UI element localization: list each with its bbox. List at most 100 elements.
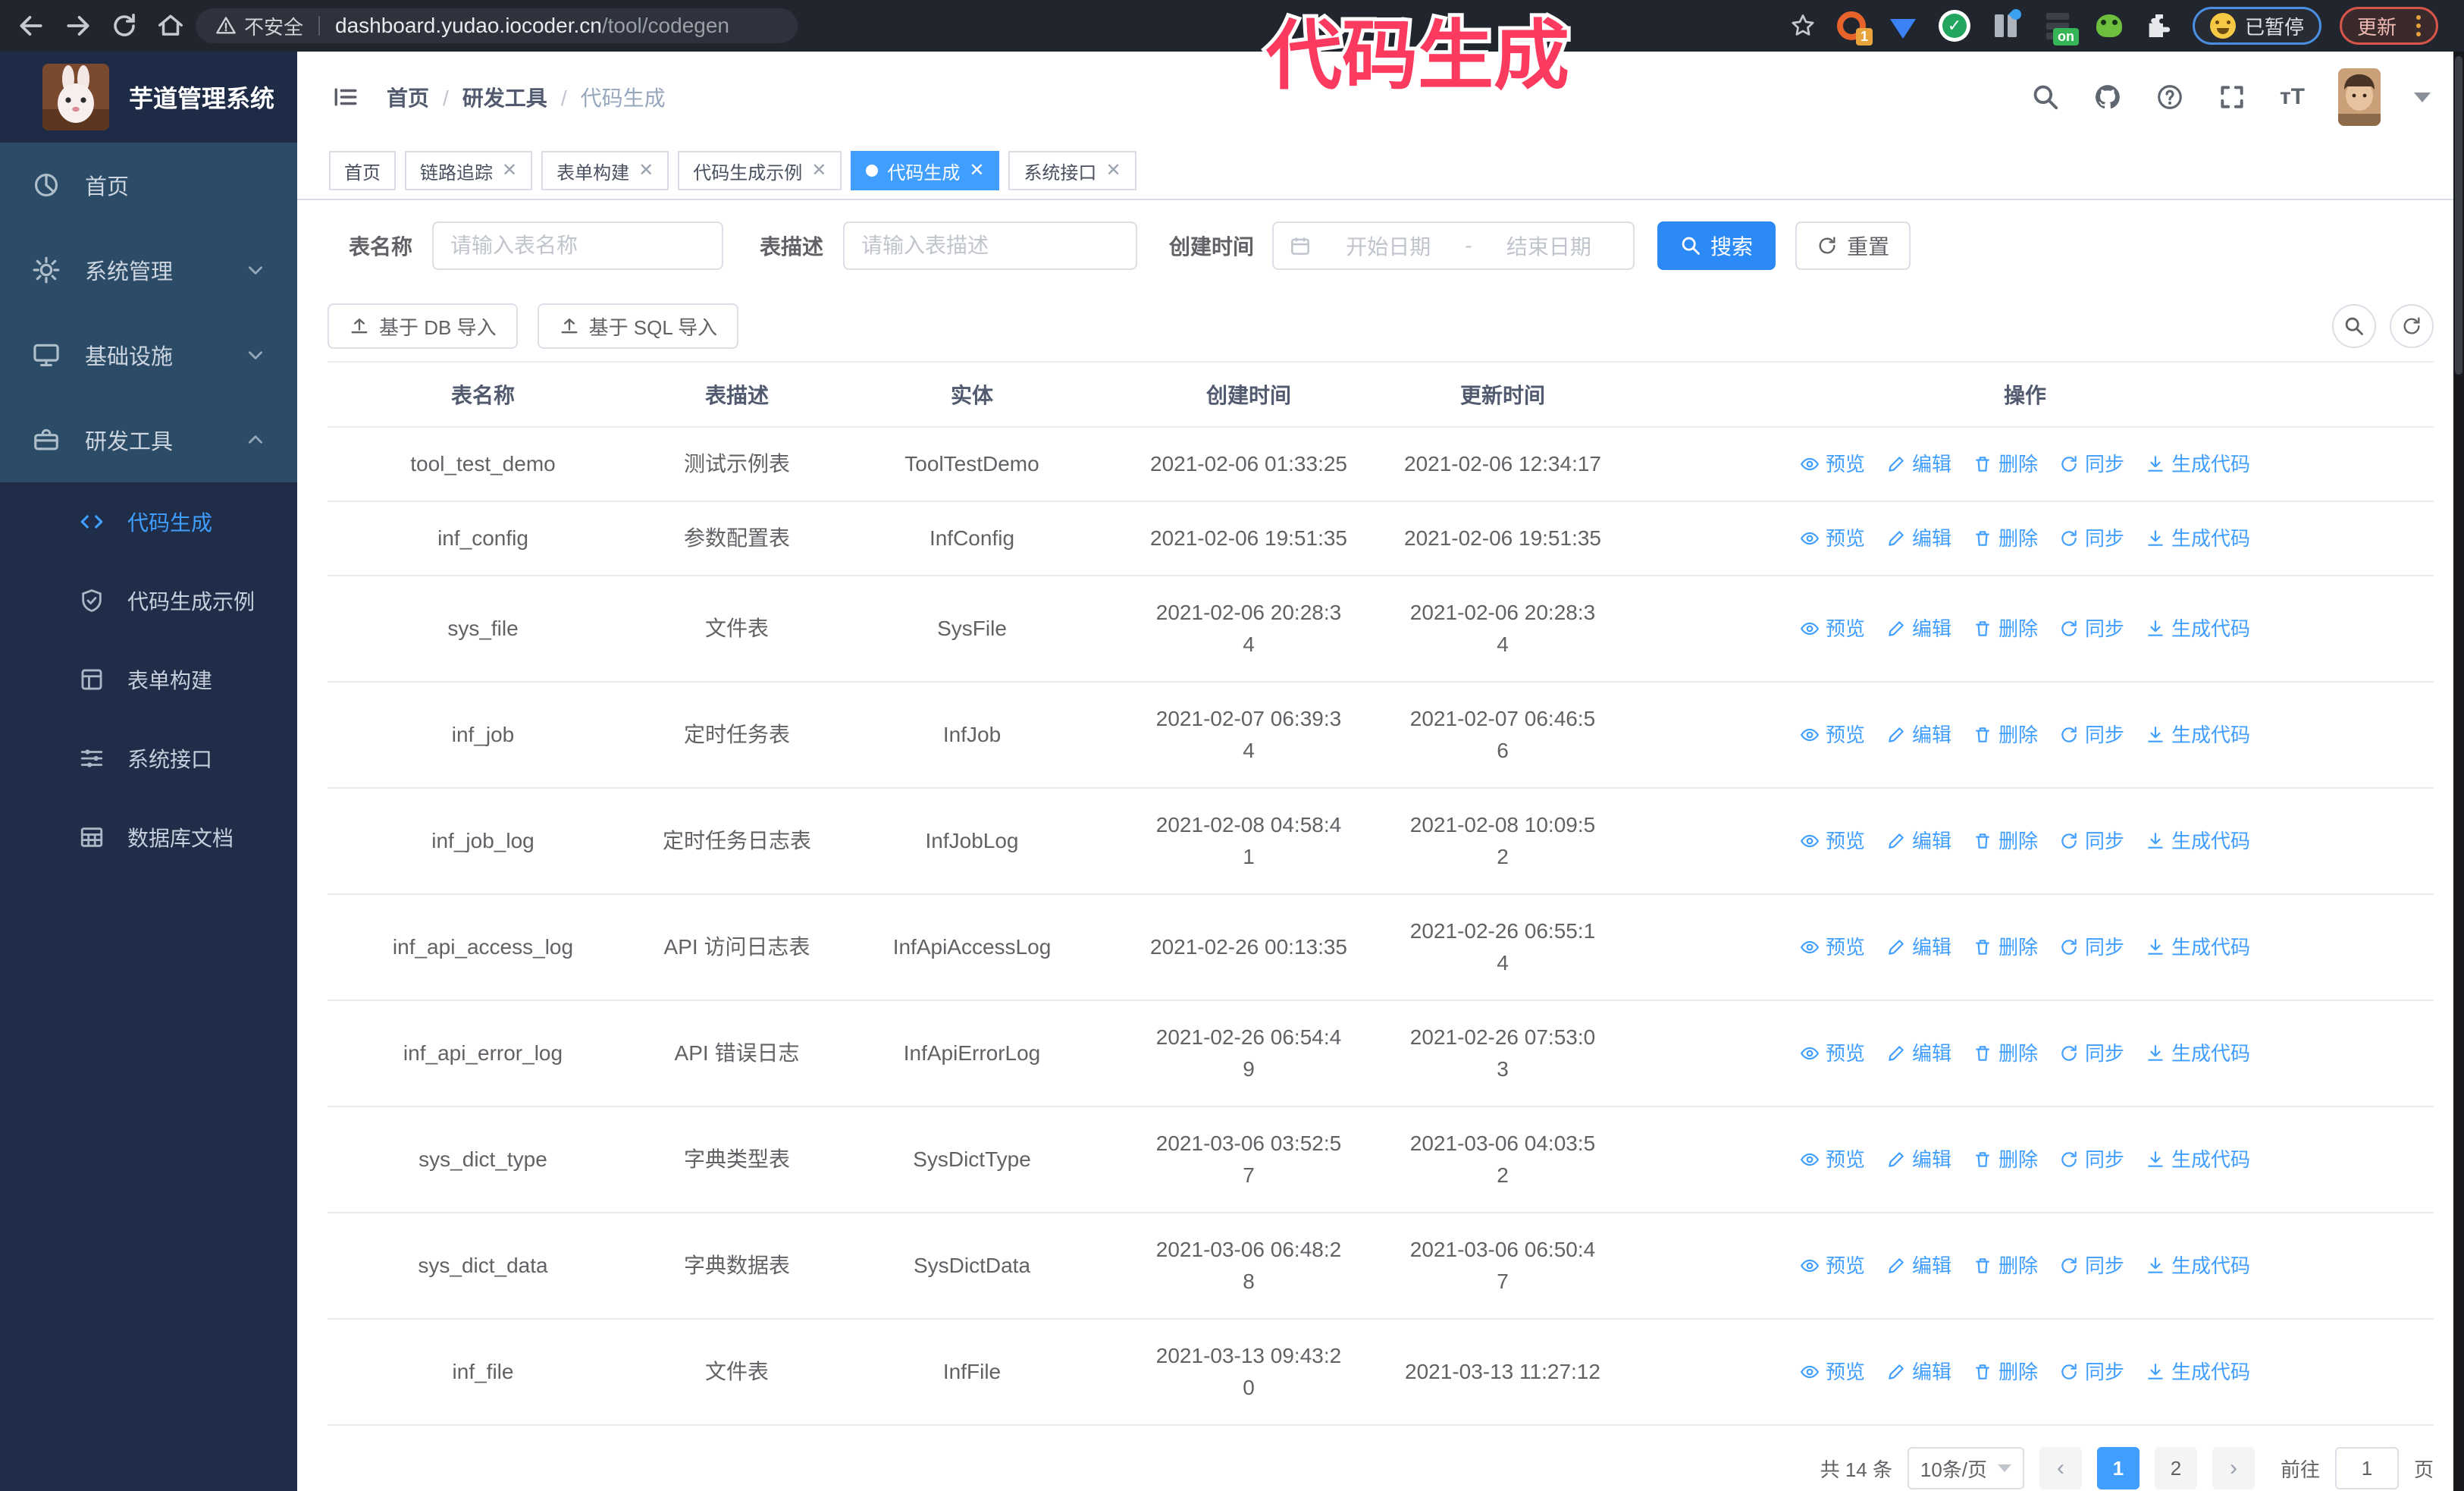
delete-link[interactable]: 删除	[1973, 1144, 2038, 1176]
sidebar-item-codegen[interactable]: 代码生成	[0, 482, 297, 561]
generate-code-link[interactable]: 生成代码	[2146, 1250, 2250, 1282]
generate-code-link[interactable]: 生成代码	[2146, 613, 2250, 645]
tab-trace[interactable]: 链路追踪 ✕	[405, 151, 533, 190]
help-icon[interactable]	[2155, 83, 2184, 111]
delete-link[interactable]: 删除	[1973, 931, 2038, 963]
extension-gem-icon[interactable]	[1886, 9, 1920, 42]
generate-code-link[interactable]: 生成代码	[2146, 1356, 2250, 1388]
breadcrumb-dev-tools[interactable]: 研发工具	[429, 82, 547, 112]
sidebar-item-dev-tools[interactable]: 研发工具	[0, 397, 297, 482]
window-scrollbar[interactable]	[2453, 52, 2464, 1491]
edit-link[interactable]: 编辑	[1886, 719, 1951, 751]
table-desc-input[interactable]	[843, 221, 1138, 270]
sync-link[interactable]: 同步	[2059, 613, 2124, 645]
hamburger-icon[interactable]	[331, 84, 361, 110]
browser-reload-icon[interactable]	[111, 12, 138, 39]
preview-link[interactable]: 预览	[1800, 931, 1865, 963]
delete-link[interactable]: 删除	[1973, 613, 2038, 645]
sync-link[interactable]: 同步	[2059, 1356, 2124, 1388]
delete-link[interactable]: 删除	[1973, 1250, 2038, 1282]
generate-code-link[interactable]: 生成代码	[2146, 1037, 2250, 1069]
sync-link[interactable]: 同步	[2059, 1037, 2124, 1069]
extensions-puzzle-icon[interactable]	[2144, 11, 2174, 41]
bookmark-star-icon[interactable]	[1789, 12, 1817, 39]
tab-form-builder[interactable]: 表单构建 ✕	[541, 151, 669, 190]
page-button-2[interactable]: 2	[2154, 1447, 2197, 1489]
close-icon[interactable]: ✕	[811, 162, 826, 180]
delete-link[interactable]: 删除	[1973, 1037, 2038, 1069]
browser-back-icon[interactable]	[17, 11, 45, 40]
edit-link[interactable]: 编辑	[1886, 1144, 1951, 1176]
github-icon[interactable]	[2093, 83, 2122, 111]
page-button-1[interactable]: 1	[2096, 1447, 2140, 1489]
sidebar-item-infra[interactable]: 基础设施	[0, 312, 297, 397]
tab-codegen-demo[interactable]: 代码生成示例 ✕	[678, 151, 842, 190]
extension-frog-icon[interactable]	[2093, 9, 2126, 42]
update-button[interactable]: 更新	[2339, 7, 2438, 45]
font-size-icon[interactable]: тT	[2280, 84, 2305, 110]
browser-menu-icon[interactable]	[2416, 15, 2421, 36]
generate-code-link[interactable]: 生成代码	[2146, 523, 2250, 554]
edit-link[interactable]: 编辑	[1886, 1037, 1951, 1069]
edit-link[interactable]: 编辑	[1886, 931, 1951, 963]
preview-link[interactable]: 预览	[1800, 448, 1865, 480]
generate-code-link[interactable]: 生成代码	[2146, 448, 2250, 480]
browser-forward-icon[interactable]	[64, 11, 92, 40]
edit-link[interactable]: 编辑	[1886, 1250, 1951, 1282]
table-name-input[interactable]	[432, 221, 724, 270]
sidebar-item-system-api[interactable]: 系统接口	[0, 719, 297, 798]
close-icon[interactable]: ✕	[1105, 162, 1121, 180]
tab-home[interactable]: 首页	[329, 151, 396, 190]
scrollbar-thumb[interactable]	[2455, 56, 2462, 375]
prev-page-button[interactable]: ‹	[2039, 1447, 2082, 1489]
next-page-button[interactable]: ›	[2212, 1447, 2255, 1489]
security-warning[interactable]: 不安全	[215, 12, 303, 40]
preview-link[interactable]: 预览	[1800, 719, 1865, 751]
search-icon[interactable]	[2031, 83, 2060, 111]
preview-link[interactable]: 预览	[1800, 1144, 1865, 1176]
sync-link[interactable]: 同步	[2059, 1144, 2124, 1176]
toggle-search-button[interactable]	[2332, 304, 2376, 348]
fullscreen-icon[interactable]	[2218, 83, 2246, 111]
sql-import-button[interactable]: 基于 SQL 导入	[537, 303, 739, 349]
extension-check-icon[interactable]: ✓	[1938, 9, 1971, 42]
preview-link[interactable]: 预览	[1800, 825, 1865, 857]
edit-link[interactable]: 编辑	[1886, 613, 1951, 645]
sync-link[interactable]: 同步	[2059, 825, 2124, 857]
edit-link[interactable]: 编辑	[1886, 1356, 1951, 1388]
generate-code-link[interactable]: 生成代码	[2146, 719, 2250, 751]
sync-link[interactable]: 同步	[2059, 523, 2124, 554]
generate-code-link[interactable]: 生成代码	[2146, 1144, 2250, 1176]
delete-link[interactable]: 删除	[1973, 719, 2038, 751]
extension-icon-1[interactable]: 1	[1835, 9, 1873, 46]
caret-down-icon[interactable]	[2414, 92, 2431, 102]
close-icon[interactable]: ✕	[502, 162, 517, 180]
tab-system-api[interactable]: 系统接口 ✕	[1008, 151, 1136, 190]
extension-columns-icon[interactable]	[1989, 7, 2024, 42]
sync-link[interactable]: 同步	[2059, 1250, 2124, 1282]
edit-link[interactable]: 编辑	[1886, 825, 1951, 857]
preview-link[interactable]: 预览	[1800, 1037, 1865, 1069]
tab-codegen[interactable]: 代码生成 ✕	[851, 151, 1000, 190]
delete-link[interactable]: 删除	[1973, 448, 2038, 480]
sync-link[interactable]: 同步	[2059, 448, 2124, 480]
close-icon[interactable]: ✕	[638, 162, 654, 180]
browser-home-icon[interactable]	[156, 11, 185, 40]
reset-button[interactable]: 重置	[1795, 221, 1911, 270]
sidebar-item-db-doc[interactable]: 数据库文档	[0, 798, 297, 877]
sync-link[interactable]: 同步	[2059, 719, 2124, 751]
delete-link[interactable]: 删除	[1973, 523, 2038, 554]
avatar[interactable]	[2338, 68, 2381, 126]
preview-link[interactable]: 预览	[1800, 613, 1865, 645]
extension-on-icon[interactable]: on	[2041, 9, 2079, 46]
sidebar-item-home[interactable]: 首页	[0, 143, 297, 228]
sidebar-item-system[interactable]: 系统管理	[0, 228, 297, 312]
search-button[interactable]: 搜索	[1657, 221, 1776, 270]
sidebar-item-codegen-demo[interactable]: 代码生成示例	[0, 561, 297, 640]
preview-link[interactable]: 预览	[1800, 523, 1865, 554]
edit-link[interactable]: 编辑	[1886, 448, 1951, 480]
preview-link[interactable]: 预览	[1800, 1250, 1865, 1282]
sidebar-item-form-builder[interactable]: 表单构建	[0, 640, 297, 719]
sync-link[interactable]: 同步	[2059, 931, 2124, 963]
preview-link[interactable]: 预览	[1800, 1356, 1865, 1388]
